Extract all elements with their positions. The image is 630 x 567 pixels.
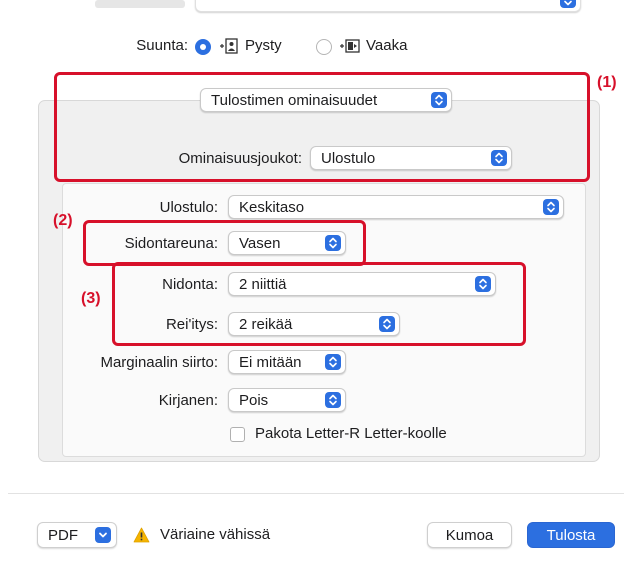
force-letter-label: Pakota Letter-R Letter-koolle [255,425,447,442]
warning-text: Väriaine vähissä [160,526,271,543]
booklet-label: Kirjanen: [158,392,218,409]
callout-label-2: (2) [53,212,73,229]
print-button[interactable]: Tulosta [527,522,615,548]
cancel-button[interactable]: Kumoa [427,522,512,548]
callout-label-1: (1) [597,74,617,91]
callout-box-3 [112,262,526,346]
output-popup[interactable]: Keskitaso [228,195,564,219]
portrait-orientation-icon [218,37,240,59]
warning-triangle-icon [133,527,150,547]
margin-shift-label: Marginaalin siirto: [100,354,218,371]
margin-shift-popup[interactable]: Ei mitään [228,350,346,374]
chevron-down-icon [95,527,111,543]
footer-divider [8,493,624,494]
landscape-radio[interactable] [316,39,332,55]
output-label: Ulostulo: [159,199,218,216]
callout-box-2 [83,220,366,266]
output-value: Keskitaso [239,198,305,216]
portrait-radio[interactable] [195,39,211,55]
booklet-popup[interactable]: Pois [228,388,346,412]
callout-box-1 [54,72,590,182]
landscape-orientation-icon [338,37,362,59]
portrait-label: Pysty [245,37,282,54]
booklet-value: Pois [239,391,269,409]
pdf-button[interactable]: PDF [37,522,117,548]
landscape-label: Vaaka [366,37,408,54]
cut-off-label [95,0,185,8]
callout-label-3: (3) [81,290,101,307]
cut-off-popup[interactable] [195,0,581,12]
force-letter-checkbox[interactable] [230,427,245,442]
orientation-label: Suunta: [136,37,188,54]
pdf-label: PDF [48,526,78,544]
margin-shift-value: Ei mitään [239,353,302,371]
up-down-chevron-icon [325,392,341,408]
up-down-chevron-icon [325,354,341,370]
up-down-chevron-icon [543,199,559,215]
up-down-chevron-icon [560,0,576,8]
